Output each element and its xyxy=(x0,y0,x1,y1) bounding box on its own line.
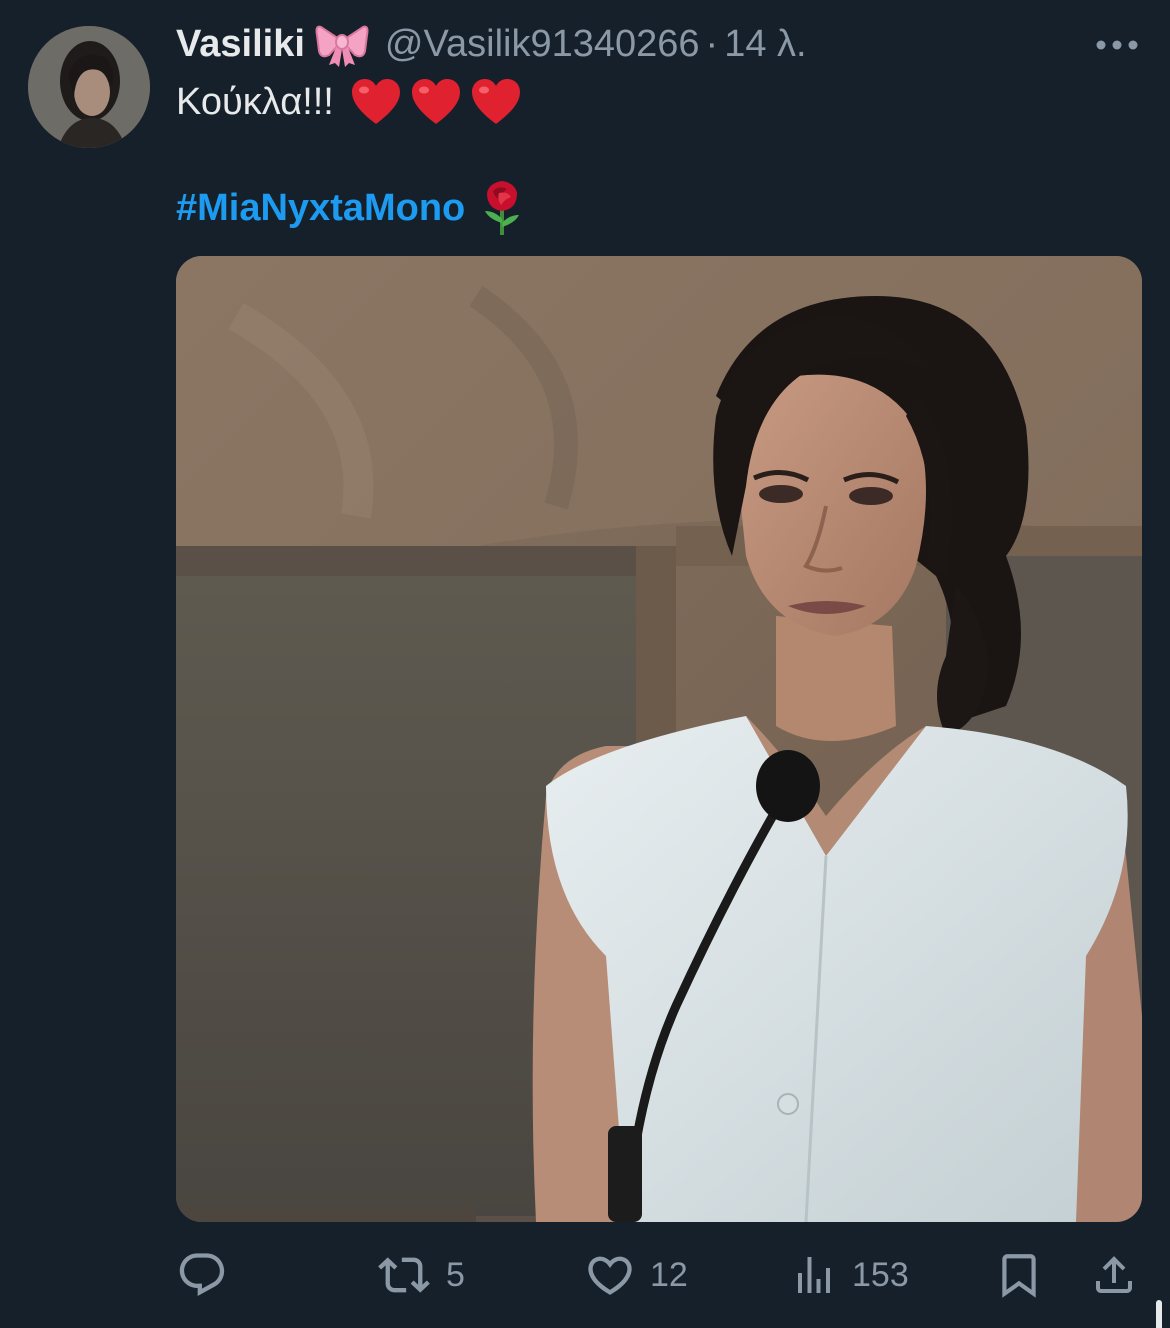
rose-icon xyxy=(485,181,520,235)
tweet-text: Κούκλα!!! xyxy=(176,74,522,130)
red-heart-icon xyxy=(471,79,520,124)
author-avatar[interactable] xyxy=(28,26,150,148)
ribbon-bow-icon xyxy=(315,21,369,67)
like-count: 12 xyxy=(650,1255,688,1294)
like-button[interactable]: 12 xyxy=(584,1240,688,1310)
reply-button[interactable] xyxy=(176,1240,242,1310)
hashtag-link[interactable]: #MiaNyxtaMono xyxy=(176,187,465,230)
red-heart-icon xyxy=(351,79,400,124)
author-name[interactable]: Vasiliki xyxy=(176,23,305,66)
tweet-text-content: Κούκλα!!! xyxy=(176,80,334,123)
views-bar-chart-icon xyxy=(798,1257,830,1293)
tweet-action-bar: 5 12 153 xyxy=(0,1240,1170,1310)
scrollbar-thumb[interactable] xyxy=(1156,1300,1162,1328)
separator-dot: · xyxy=(705,22,719,65)
bookmark-button[interactable] xyxy=(994,1240,1044,1310)
avatar-photo xyxy=(28,26,150,148)
retweet-button[interactable]: 5 xyxy=(376,1240,465,1310)
views-button[interactable]: 153 xyxy=(790,1240,909,1310)
heart-icon xyxy=(588,1256,632,1295)
reply-icon xyxy=(179,1253,225,1296)
share-button[interactable] xyxy=(1090,1240,1138,1310)
more-options-icon[interactable] xyxy=(1094,30,1140,60)
retweet-count: 5 xyxy=(446,1255,465,1294)
tweet-media-photo[interactable] xyxy=(176,256,1142,1222)
tweet-header: Vasiliki @Vasilik91340266 · 14 λ. xyxy=(176,18,807,70)
hashtag-line: #MiaNyxtaMono xyxy=(176,178,525,238)
red-heart-icon xyxy=(411,79,460,124)
bookmark-icon xyxy=(1002,1254,1036,1298)
tweet-timestamp[interactable]: 14 λ. xyxy=(724,23,806,66)
photo-woman-at-microphone xyxy=(176,256,1142,1222)
author-handle[interactable]: @Vasilik91340266 xyxy=(385,23,700,66)
views-count: 153 xyxy=(852,1255,909,1294)
retweet-icon xyxy=(378,1257,430,1293)
share-icon xyxy=(1096,1256,1132,1293)
tweet-card[interactable]: Vasiliki @Vasilik91340266 · 14 λ. Κούκλα… xyxy=(0,0,1170,1328)
